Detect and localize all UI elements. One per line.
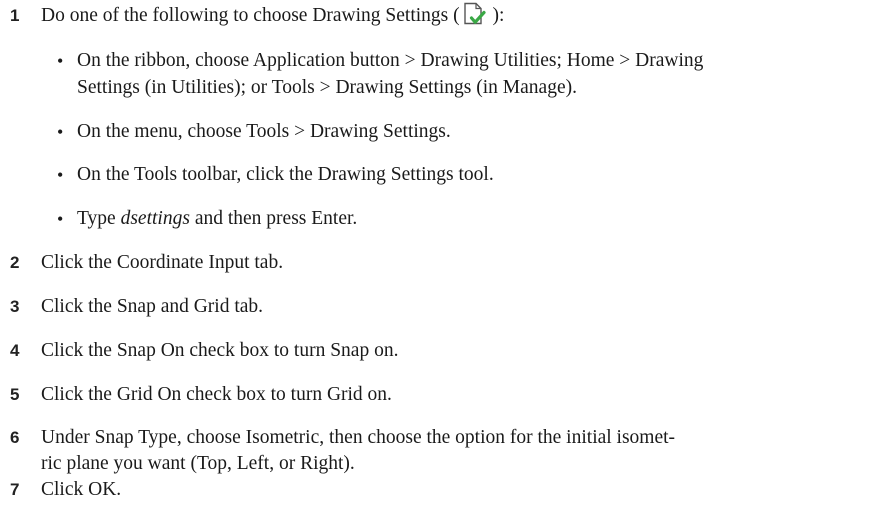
step-number: 3 (10, 297, 20, 316)
bullet-text-line: On the Tools toolbar, click the Drawing … (77, 164, 494, 185)
step-text: Do one of the following to choose Drawin… (41, 2, 879, 30)
bullet-text-part: and then press Enter. (189, 208, 358, 229)
command-name: dsettings (120, 208, 190, 229)
step-number: 7 (10, 480, 20, 499)
step-text-part: ): (487, 5, 505, 26)
step-text: Click the Snap and Grid tab. (41, 296, 264, 317)
step-text-part: Do one of the following to choose Drawin… (41, 5, 460, 26)
step-text: Click OK. (41, 479, 122, 500)
bullet-icon: • (57, 122, 64, 142)
step-number: 6 (10, 428, 20, 447)
drawing-settings-icon (461, 2, 487, 26)
step-text-line: Under Snap Type, choose Isometric, then … (41, 427, 676, 448)
bullet-text-line: Type dsettings and then press Enter. (77, 205, 880, 233)
step-number: 4 (10, 341, 20, 360)
bullet-icon: • (57, 209, 64, 229)
bullet-text-line: On the ribbon, choose Application button… (77, 50, 704, 71)
step-number: 1 (10, 6, 20, 25)
step-number: 5 (10, 385, 20, 404)
bullet-icon: • (57, 165, 64, 185)
step-number: 2 (10, 253, 20, 272)
step-text: Click the Coordinate Input tab. (41, 252, 284, 273)
step-text: Click the Snap On check box to turn Snap… (41, 340, 399, 361)
step-text-line: ric plane you want (Top, Left, or Right)… (41, 453, 355, 474)
bullet-text-part: Type (77, 208, 121, 229)
bullet-text-line: On the menu, choose Tools > Drawing Sett… (77, 121, 451, 142)
instruction-document: 1 Do one of the following to choose Draw… (0, 0, 886, 506)
bullet-text-line: Settings (in Utilities); or Tools > Draw… (77, 77, 577, 98)
step-text: Click the Grid On check box to turn Grid… (41, 384, 392, 405)
bullet-icon: • (57, 51, 64, 71)
